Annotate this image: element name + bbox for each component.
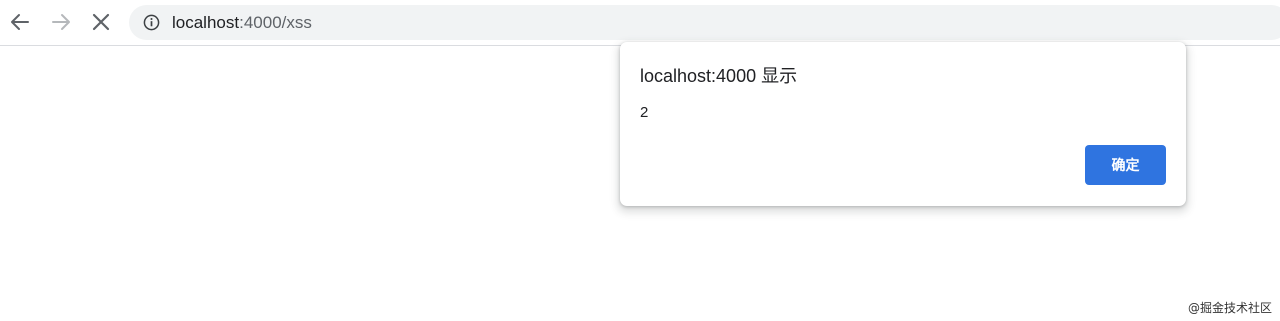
alert-dialog: localhost:4000 显示 2 确定: [620, 42, 1186, 206]
close-icon: [92, 13, 110, 31]
url-text[interactable]: localhost:4000/xss: [172, 13, 312, 33]
watermark: @掘金技术社区: [1187, 301, 1272, 315]
address-bar[interactable]: localhost:4000/xss: [129, 5, 1280, 40]
dialog-title: localhost:4000 显示: [640, 66, 798, 86]
dialog-message: 2: [640, 104, 649, 121]
ok-button[interactable]: 确定: [1085, 145, 1166, 185]
arrow-left-icon: [11, 14, 29, 30]
url-path: :4000/xss: [239, 13, 312, 32]
stop-loading-button[interactable]: [87, 8, 115, 36]
back-button[interactable]: [6, 8, 34, 36]
forward-button[interactable]: [47, 8, 75, 36]
url-host: localhost: [172, 13, 240, 32]
browser-toolbar: localhost:4000/xss: [0, 0, 1280, 46]
arrow-right-icon: [52, 14, 70, 30]
info-circle-icon[interactable]: [143, 14, 160, 31]
